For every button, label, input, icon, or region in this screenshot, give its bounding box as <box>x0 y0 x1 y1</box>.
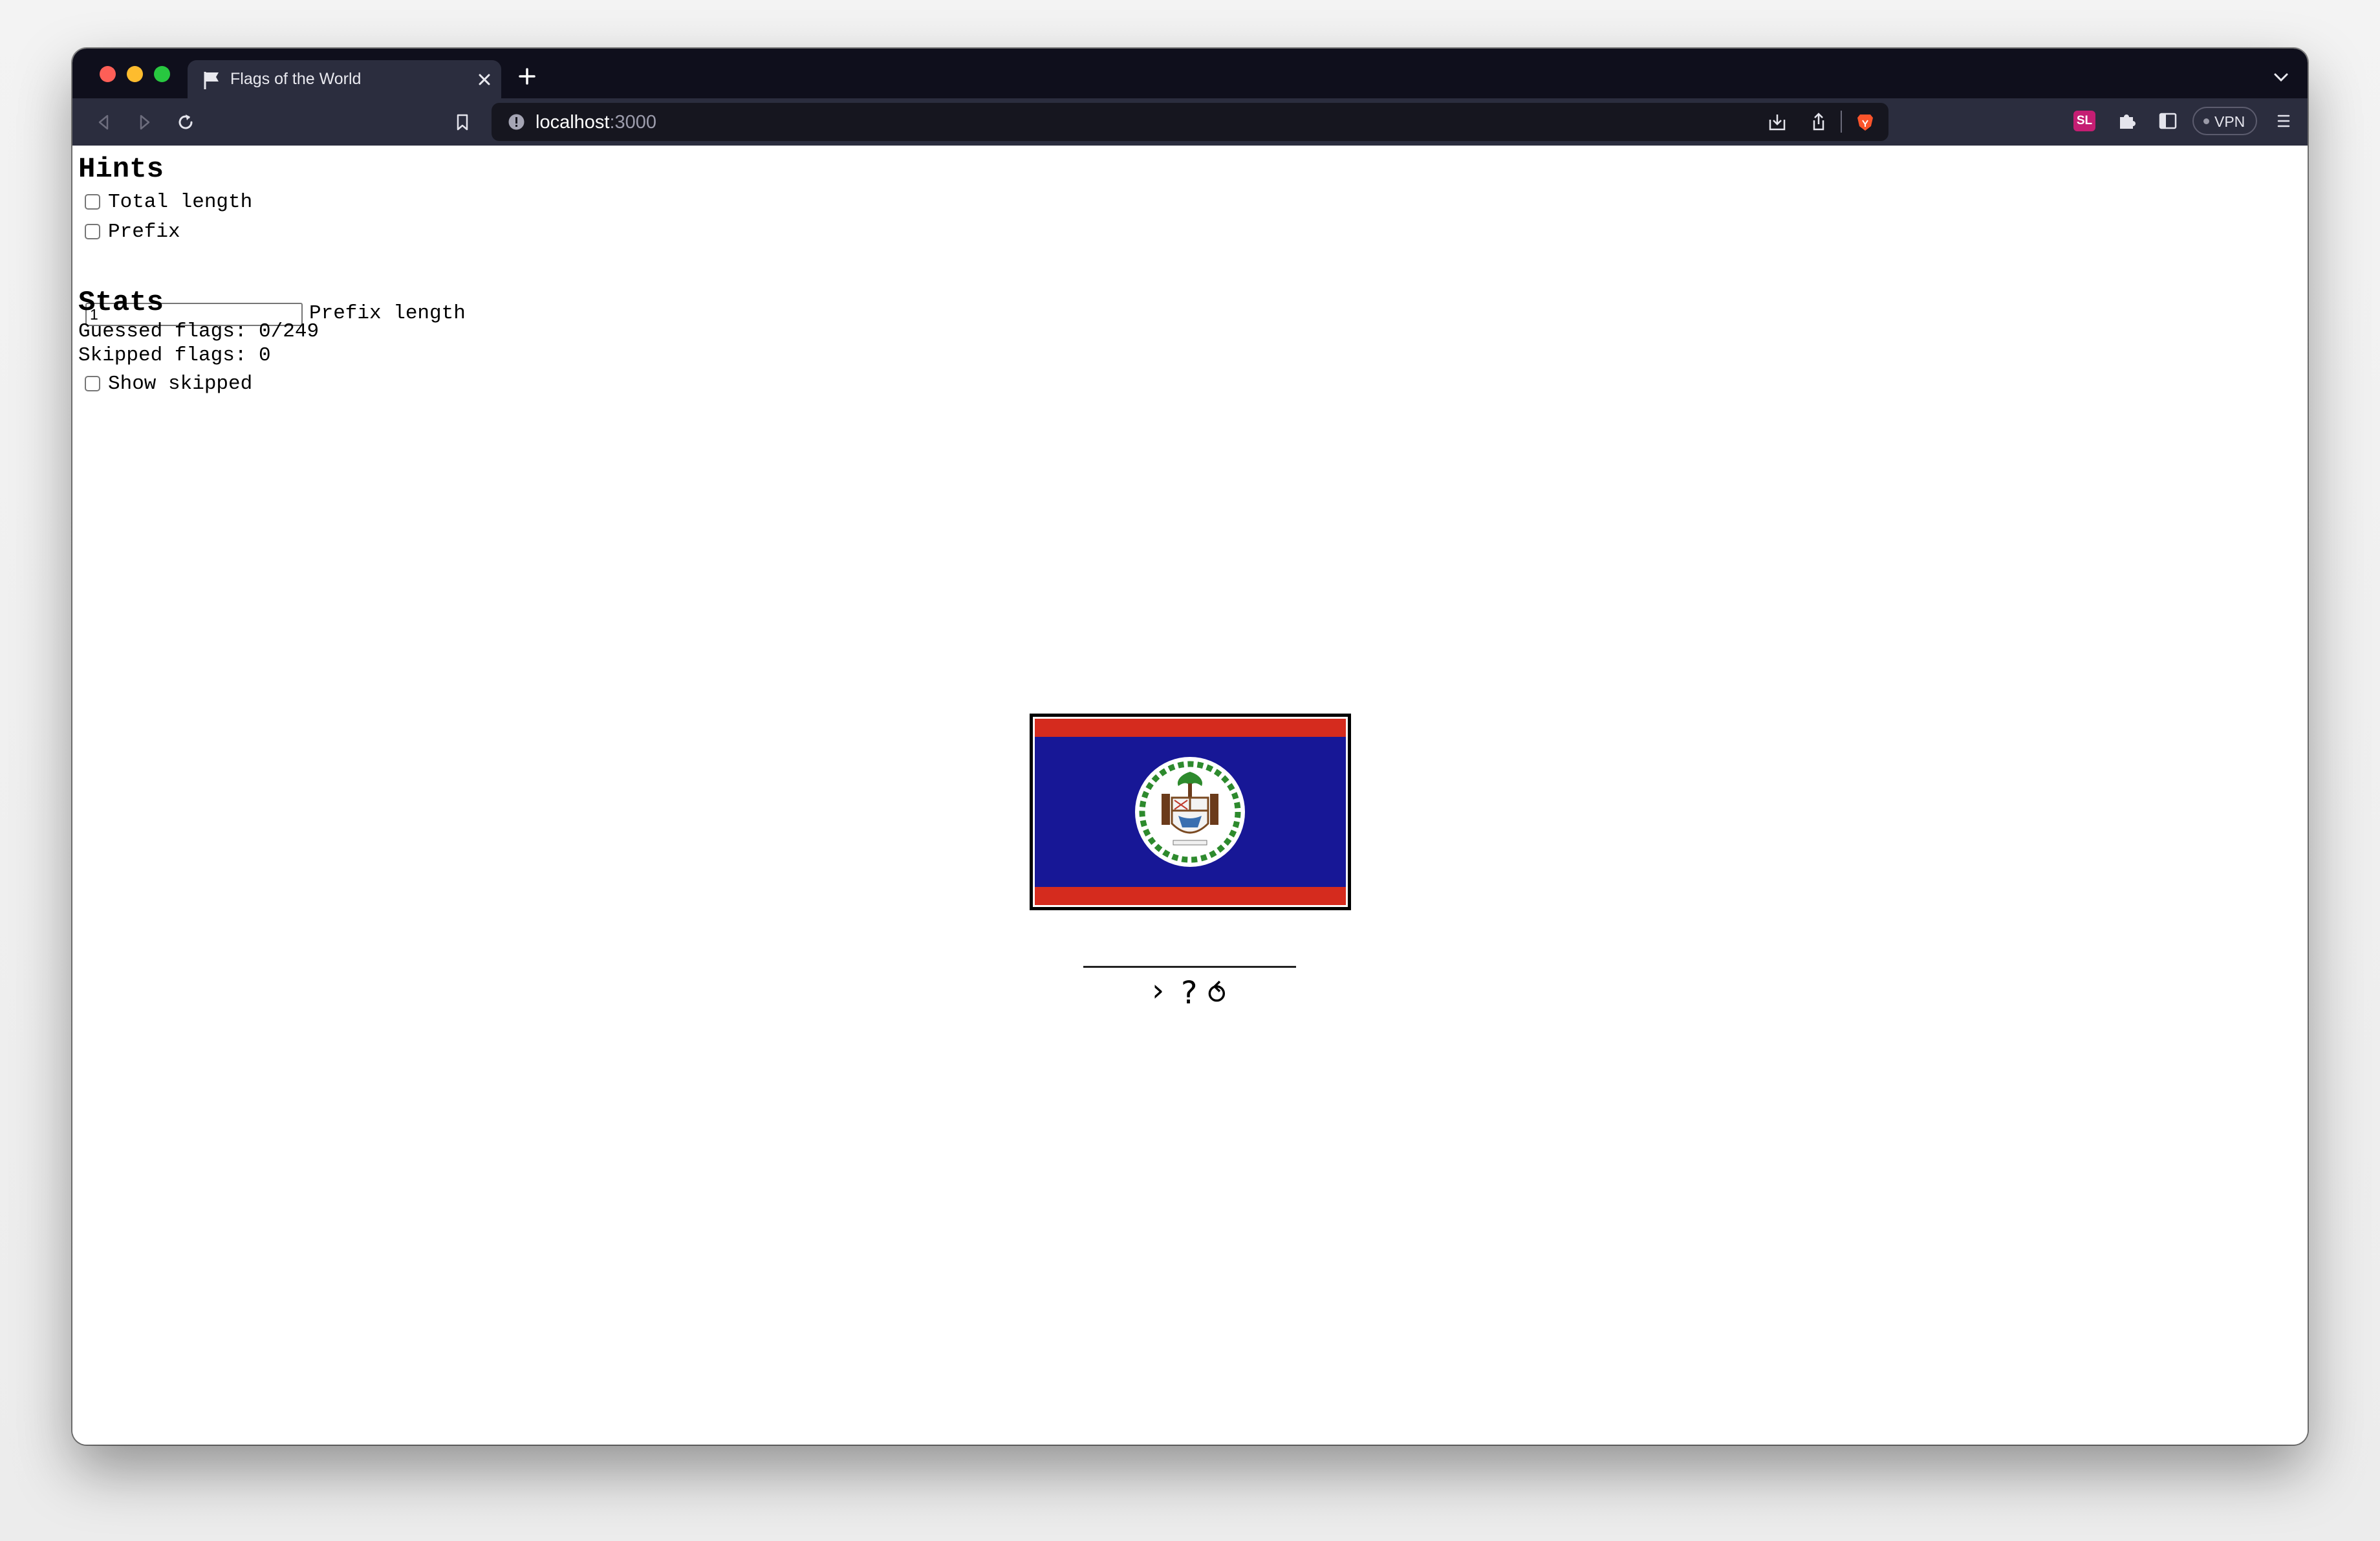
url-text: localhost:3000 <box>536 112 657 133</box>
chevron-down-icon[interactable] <box>2273 71 2289 83</box>
vpn-button[interactable]: VPN <box>2192 107 2257 135</box>
tab-title: Flags of the World <box>230 70 362 88</box>
browser-window: Flags of the World localhost:3000 SL VPN… <box>72 49 2308 1445</box>
toolbar-divider <box>1841 111 1842 133</box>
plus-icon[interactable] <box>516 65 538 87</box>
download-icon[interactable] <box>1767 112 1788 133</box>
next-button[interactable]: › <box>1152 972 1164 1009</box>
vpn-status-dot <box>2203 118 2209 124</box>
info-icon[interactable] <box>507 113 526 131</box>
tab-strip: Flags of the World <box>72 49 2308 98</box>
flag-emblem-scroll <box>1173 840 1207 846</box>
address-bar[interactable]: localhost:3000 <box>492 103 1888 141</box>
flag-emblem-supporter-left <box>1162 794 1170 825</box>
brave-lion-icon[interactable] <box>1855 112 1876 133</box>
page-content: Hints Total length Prefix 1 Prefix lengt… <box>72 146 2308 1445</box>
zoom-window-button[interactable] <box>154 66 170 82</box>
menu-icon[interactable] <box>2274 111 2293 131</box>
total-length-checkbox[interactable] <box>85 194 100 210</box>
flag-emblem-trunk <box>1188 783 1192 798</box>
guess-input-underline[interactable] <box>1083 966 1296 968</box>
bookmark-icon[interactable] <box>451 111 473 133</box>
reload-icon[interactable] <box>175 111 197 133</box>
close-window-button[interactable] <box>100 66 116 82</box>
extension-sl-badge[interactable]: SL <box>2073 111 2095 131</box>
vpn-label: VPN <box>2214 113 2245 130</box>
back-icon[interactable] <box>93 111 115 133</box>
prefix-checkbox[interactable] <box>85 224 100 239</box>
flag-frame <box>1030 714 1351 910</box>
hints-heading: Hints <box>78 153 164 186</box>
skipped-flags-text: Skipped flags: 0 <box>78 344 271 367</box>
show-skipped-checkbox[interactable] <box>85 376 100 391</box>
guessed-flags-text: Guessed flags: 0/249 <box>78 320 319 343</box>
tab-flags-of-the-world[interactable]: Flags of the World <box>188 60 501 98</box>
stats-heading: Stats <box>78 287 164 319</box>
hint-button[interactable]: ? <box>1181 975 1197 1011</box>
puzzle-icon[interactable] <box>2116 111 2137 131</box>
close-icon[interactable] <box>476 71 493 88</box>
sidebar-icon[interactable] <box>2158 111 2178 131</box>
show-skipped-label: Show skipped <box>108 373 253 395</box>
restart-button[interactable]: ⥀ <box>1207 978 1226 1011</box>
minimize-window-button[interactable] <box>127 66 143 82</box>
share-icon[interactable] <box>1808 112 1829 133</box>
prefix-length-label: Prefix length <box>309 302 466 325</box>
forward-icon[interactable] <box>133 111 155 133</box>
prefix-label: Prefix <box>108 221 180 243</box>
belize-flag-image <box>1035 719 1346 905</box>
flag-icon <box>204 72 219 89</box>
total-length-label: Total length <box>108 191 253 213</box>
flag-emblem-supporter-right <box>1210 794 1218 825</box>
